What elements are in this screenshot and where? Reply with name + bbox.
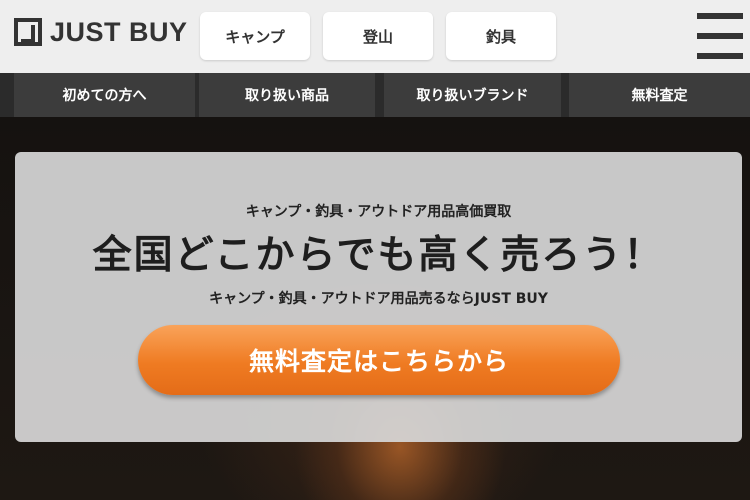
site-logo[interactable]: JUST BUY bbox=[14, 18, 188, 46]
nav-item-first-time[interactable]: 初めての方へ bbox=[14, 73, 195, 117]
hero-subtitle-top: キャンプ・釣具・アウトドア用品高価買取 bbox=[245, 204, 512, 220]
hero-panel: キャンプ・釣具・アウトドア用品高価買取 全国どこからでも高く売ろう！ キャンプ・… bbox=[15, 152, 742, 442]
category-button-mountain[interactable]: 登山 bbox=[323, 12, 433, 60]
main-nav: 初めての方へ 取り扱い商品 取り扱いブランド 無料査定 bbox=[0, 73, 750, 117]
logo-mark-icon bbox=[14, 18, 42, 46]
category-button-camp[interactable]: キャンプ bbox=[200, 12, 310, 60]
nav-item-free-appraisal[interactable]: 無料査定 bbox=[569, 73, 750, 117]
category-button-fishing[interactable]: 釣具 bbox=[446, 12, 556, 60]
nav-item-products[interactable]: 取り扱い商品 bbox=[199, 73, 375, 117]
site-header: JUST BUY キャンプ 登山 釣具 bbox=[0, 0, 750, 73]
nav-item-brands[interactable]: 取り扱いブランド bbox=[384, 73, 561, 117]
hamburger-menu-icon[interactable] bbox=[697, 13, 743, 59]
hero-headline: 全国どこからでも高く売ろう！ bbox=[92, 233, 665, 278]
logo-text: JUST BUY bbox=[50, 17, 188, 47]
free-appraisal-cta-button[interactable]: 無料査定はこちらから bbox=[138, 325, 620, 395]
hero-subtitle-bottom: キャンプ・釣具・アウトドア用品売るならJUST BUY bbox=[209, 291, 548, 307]
